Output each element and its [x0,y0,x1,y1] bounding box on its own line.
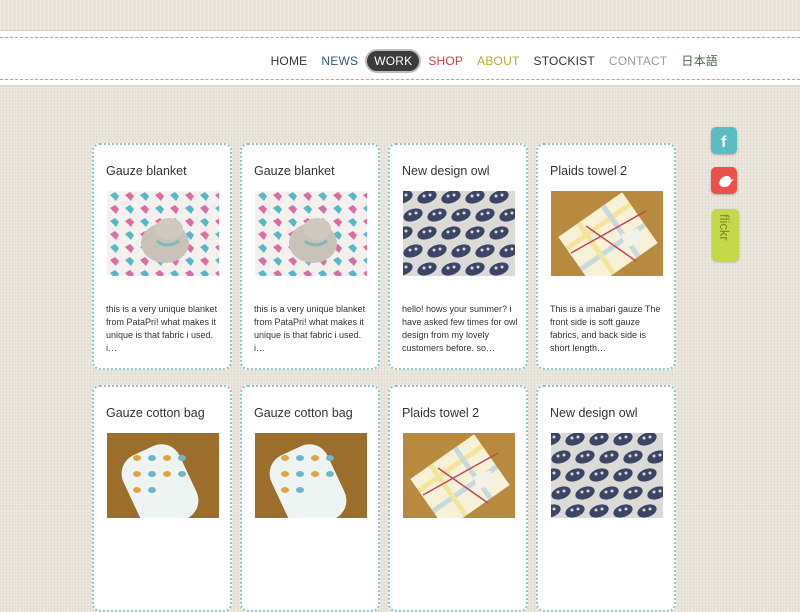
gauze-blanket-photo[interactable] [107,191,219,276]
nav-item-stockist[interactable]: STOCKIST [526,50,601,72]
card-excerpt: This is a imabari gauze The front side i… [550,304,661,353]
plaid-towel-photo[interactable] [403,433,515,518]
card-excerpt: this is a very unique blanket from PataP… [254,304,366,353]
work-card[interactable]: Plaids towel 2 This is a imabari gauze T… [536,143,676,370]
plaid-towel-photo[interactable] [551,191,663,276]
work-card[interactable]: Gauze blanket this is a very unique blan… [240,143,380,370]
card-title[interactable]: Plaids towel 2 [550,164,627,178]
cotton-bag-photo[interactable] [107,433,219,518]
work-card[interactable]: Plaids towel 2 [388,385,528,612]
svg-text:f: f [721,134,727,151]
nav-item-shop[interactable]: SHOP [421,50,470,72]
card-excerpt: this is a very unique blanket from PataP… [106,304,218,353]
nav-item-home[interactable]: HOME [264,50,315,72]
linen-fringe-top [0,0,800,31]
header-dashed-line-top [0,37,800,38]
facebook-icon: f [721,134,727,151]
nav-item-news[interactable]: NEWS [314,50,365,72]
flickr-button[interactable]: flickr [712,209,739,261]
work-card[interactable]: New design owl [536,385,676,612]
card-title[interactable]: New design owl [550,406,638,420]
nav-item-contact[interactable]: CONTACT [602,50,675,72]
card-title[interactable]: Plaids towel 2 [402,406,479,420]
work-card[interactable]: New design owl [388,143,528,370]
card-title[interactable]: Gauze cotton bag [254,406,353,420]
nav-item-about[interactable]: ABOUT [470,50,526,72]
site-header: HOME NEWS WORK SHOP ABOUT STOCKIST CONTACT 日本語 [0,31,800,85]
work-card[interactable]: Gauze blanket this is a very unique blan… [92,143,232,370]
owl-fabric-photo[interactable] [551,433,663,518]
gauze-blanket-photo[interactable] [255,191,367,276]
header-dashed-line-bottom [0,79,800,80]
twitter-button[interactable] [711,167,737,194]
card-title[interactable]: Gauze blanket [254,164,335,178]
card-title[interactable]: Gauze blanket [106,164,187,178]
work-card[interactable]: Gauze cotton bag [92,385,232,612]
cotton-bag-photo[interactable] [255,433,367,518]
twitter-bird-icon [719,176,734,187]
nav-item-japanese[interactable]: 日本語 [674,48,725,73]
card-excerpt: hello! hows your summer? i have asked fe… [402,304,518,353]
card-title[interactable]: Gauze cotton bag [106,406,205,420]
main-navigation: HOME NEWS WORK SHOP ABOUT STOCKIST CONTACT 日本語 [264,48,725,73]
card-title[interactable]: New design owl [402,164,490,178]
flickr-icon: flickr [717,214,732,241]
svg-text:flickr: flickr [717,214,732,241]
facebook-button[interactable]: f [711,127,737,154]
nav-item-work[interactable]: WORK [365,48,422,73]
work-card[interactable]: Gauze cotton bag [240,385,380,612]
owl-fabric-photo[interactable] [403,191,515,276]
